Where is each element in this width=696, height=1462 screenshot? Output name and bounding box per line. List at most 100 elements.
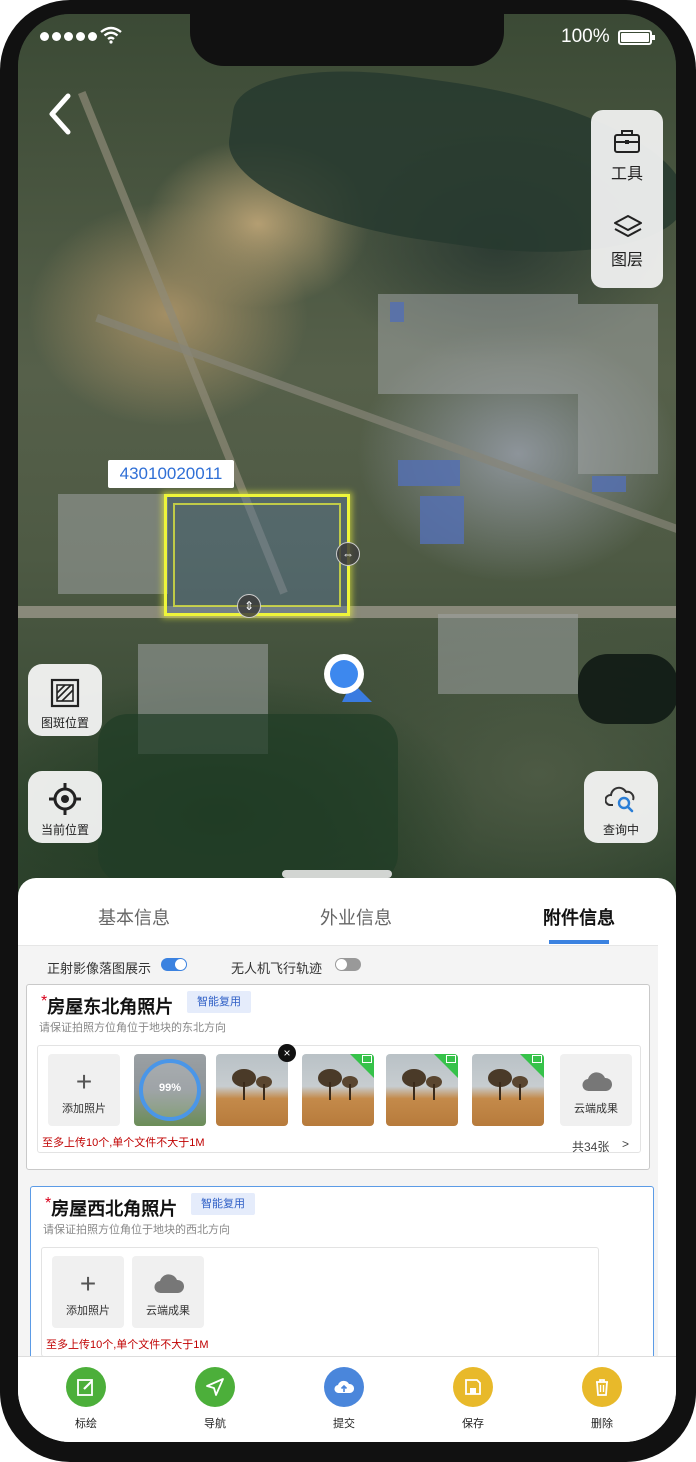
tab-field-info[interactable]: 外业信息 (320, 904, 392, 930)
cloud-results-button[interactable]: 云端成果 (132, 1256, 204, 1328)
cloud-search-icon (605, 786, 635, 813)
tab-bar: 基本信息 外业信息 附件信息 (18, 878, 658, 946)
phone-frame: 100% 工具 图层 43010020011 ⇔ ⇕ 图斑位置 当前位置 查询中… (0, 0, 696, 1462)
drone-track-toggle-label: 无人机飞行轨迹 (231, 961, 323, 976)
map-blue-roof (390, 302, 404, 322)
photo-thumbnail[interactable] (216, 1054, 288, 1126)
tools-label: 工具 (610, 166, 643, 183)
photo-grid: + 添加照片 云端成果 至多上传10个,单个文件不大于1M (41, 1247, 599, 1356)
draw-icon (66, 1367, 106, 1407)
photo-thumbnail[interactable] (472, 1054, 544, 1126)
upload-limit-text: 至多上传10个,单个文件不大于1M (46, 1339, 209, 1351)
cloud-results-button[interactable]: 云端成果 (560, 1054, 632, 1126)
parcel-inner-outline (173, 503, 341, 607)
photo-thumbnail[interactable] (302, 1054, 374, 1126)
parcel-location-button[interactable]: 图斑位置 (28, 664, 102, 736)
tree-graphic (232, 1069, 272, 1100)
wifi-icon (100, 26, 122, 44)
plus-icon: + (79, 1268, 97, 1299)
query-label: 查询中 (602, 823, 639, 837)
trash-icon (582, 1367, 622, 1407)
chevron-left-icon (49, 93, 71, 135)
current-location-pin (324, 654, 372, 702)
copy-icon (446, 1055, 456, 1063)
card-title-text: 房屋西北角照片 (51, 1199, 178, 1219)
upload-limit-text: 至多上传10个,单个文件不大于1M (42, 1137, 205, 1149)
chevron-right-icon[interactable]: > (622, 1137, 629, 1151)
navigation-icon (195, 1367, 235, 1407)
screen: 100% 工具 图层 43010020011 ⇔ ⇕ 图斑位置 当前位置 查询中… (18, 14, 676, 1442)
photo-thumbnail[interactable] (386, 1054, 458, 1126)
photo-count[interactable]: 共34张 (572, 1138, 609, 1155)
toolbox-icon (614, 130, 640, 153)
bottom-sheet: 基本信息 外业信息 附件信息 正射影像落图展示 无人机飞行轨迹 *房屋东北角照片 (18, 870, 676, 1442)
ortho-toggle-switch[interactable] (161, 958, 187, 971)
photo-grid: + 添加照片 99% × 云端成果 至多上传10个,单个文件不大于1M 共34张… (37, 1044, 641, 1155)
map-forest (98, 714, 398, 884)
tab-basic-info[interactable]: 基本信息 (98, 904, 170, 930)
current-location-button[interactable]: 当前位置 (28, 771, 102, 843)
copy-icon (362, 1055, 372, 1063)
sheet-drag-handle[interactable] (282, 870, 392, 878)
map-building-block (438, 614, 578, 694)
battery-percent: 100% (561, 26, 610, 47)
cloud-results-label: 云端成果 (146, 1305, 190, 1317)
photo-card-northwest: *房屋西北角照片 智能复用 请保证拍照方位角位于地块的西北方向 + 添加照片 云… (30, 1186, 654, 1356)
toggle-row: 正射影像落图展示 无人机飞行轨迹 (18, 946, 658, 984)
tab-attachment-info[interactable]: 附件信息 (543, 904, 615, 930)
map-blue-roof (592, 476, 626, 492)
submit-label: 提交 (333, 1418, 355, 1430)
map-blue-roof (420, 496, 464, 544)
current-location-label: 当前位置 (40, 823, 89, 837)
add-photo-button[interactable]: + 添加照片 (48, 1054, 120, 1126)
upload-progress-text: 99% (158, 1082, 182, 1094)
save-icon (453, 1367, 493, 1407)
cloud-icon (582, 1072, 612, 1092)
layers-button[interactable]: 图层 (591, 196, 663, 276)
attachment-panel: 正射影像落图展示 无人机飞行轨迹 *房屋东北角照片 智能复用 请保证拍照方位角位… (18, 946, 658, 1356)
active-tab-indicator (549, 940, 609, 944)
layers-icon (614, 215, 642, 237)
uploading-photo: 99% (134, 1054, 206, 1126)
parcel-location-icon (50, 678, 80, 708)
cloud-results-label: 云端成果 (574, 1103, 618, 1115)
map-building-block (58, 494, 168, 594)
card-hint: 请保证拍照方位角位于地块的东北方向 (39, 1022, 226, 1034)
drone-track-toggle-switch[interactable] (335, 958, 361, 971)
parcel-id-label[interactable]: 43010020011 (108, 460, 234, 488)
crosshair-icon (49, 783, 81, 815)
notch (190, 14, 504, 66)
add-photo-button[interactable]: + 添加照片 (52, 1256, 124, 1328)
smart-reuse-badge[interactable]: 智能复用 (191, 1193, 255, 1215)
query-button[interactable]: 查询中 (584, 771, 658, 843)
navigation-label: 导航 (204, 1418, 226, 1430)
smart-reuse-badge[interactable]: 智能复用 (187, 991, 251, 1013)
resize-handle-bottom[interactable]: ⇕ (237, 594, 261, 618)
action-bar: 标绘 导航 提交 保存 删除 (18, 1356, 676, 1442)
remove-photo-button[interactable]: × (278, 1044, 296, 1062)
layers-label: 图层 (610, 252, 643, 269)
copy-icon (532, 1055, 542, 1063)
cloud-upload-icon (324, 1367, 364, 1407)
card-title: *房屋东北角照片 (41, 993, 173, 1019)
add-photo-label: 添加照片 (62, 1103, 106, 1115)
add-photo-label: 添加照片 (66, 1305, 110, 1317)
map-blue-roof (398, 460, 460, 486)
cloud-icon (154, 1274, 184, 1294)
tools-button[interactable]: 工具 (591, 110, 663, 190)
plus-icon: + (75, 1066, 93, 1097)
map-pond (578, 654, 676, 724)
card-hint: 请保证拍照方位角位于地块的西北方向 (43, 1224, 230, 1236)
resize-handle-right[interactable]: ⇔ (336, 542, 360, 566)
battery-icon (618, 30, 655, 45)
parcel-location-label: 图斑位置 (40, 716, 89, 730)
back-button[interactable] (42, 92, 82, 136)
map-building-block (578, 304, 658, 474)
draw-label: 标绘 (75, 1418, 97, 1430)
delete-label: 删除 (591, 1418, 613, 1430)
photo-card-northeast: *房屋东北角照片 智能复用 请保证拍照方位角位于地块的东北方向 + 添加照片 9… (26, 984, 650, 1170)
signal-icon (40, 32, 97, 41)
card-title: *房屋西北角照片 (45, 1195, 177, 1221)
map-toolbar: 工具 图层 (591, 110, 663, 288)
ortho-toggle-label: 正射影像落图展示 (47, 961, 152, 976)
